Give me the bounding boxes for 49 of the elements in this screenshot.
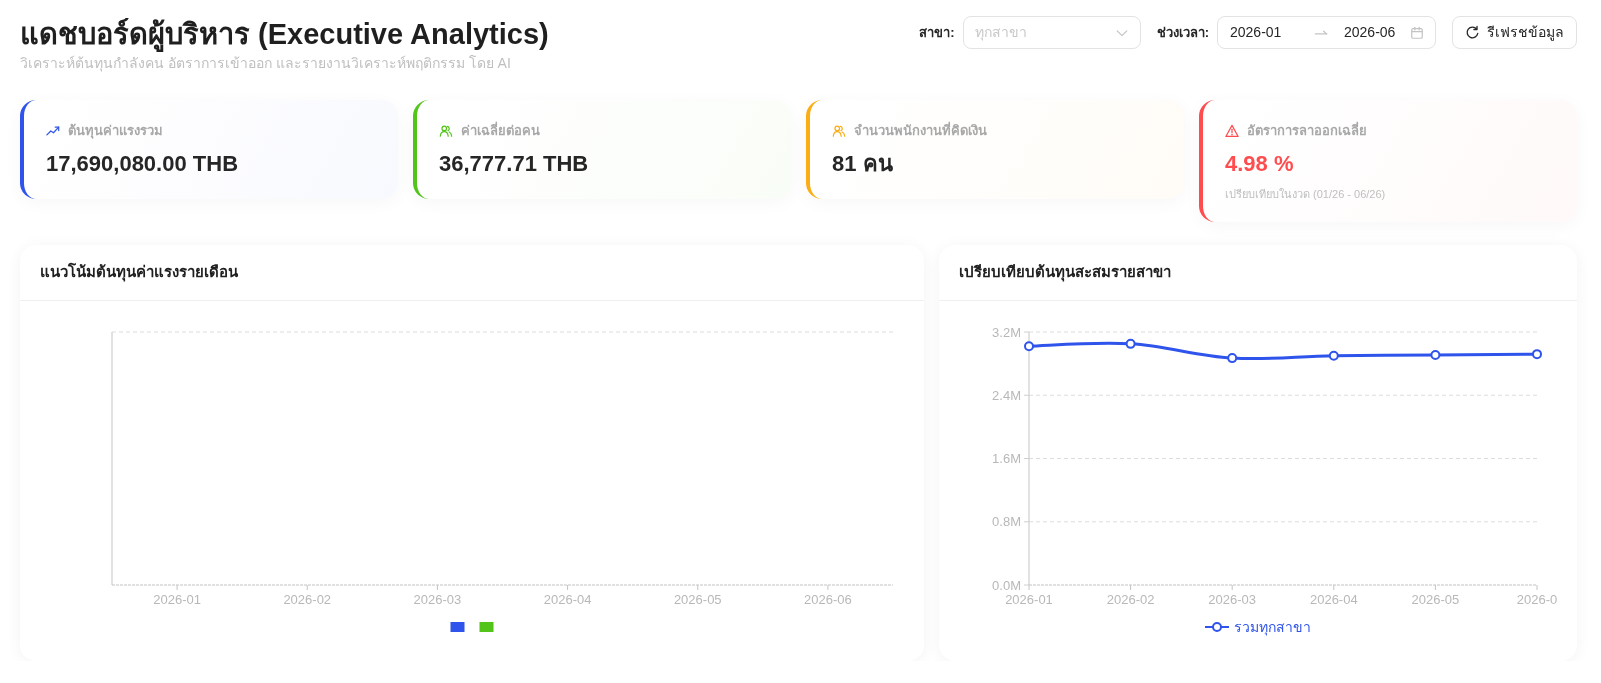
calendar-icon [1410,25,1424,40]
axis-label: 1.6M [992,451,1021,466]
axis-label: 2026-06 [804,592,852,607]
data-point [1024,341,1034,352]
axis-label: 2026-05 [1411,592,1460,607]
people-icon [439,124,453,138]
axis-label: 2026-04 [1309,592,1358,607]
axis-label: 3.2M [992,324,1021,340]
warning-icon [1225,124,1239,138]
axis-label: 2026-01 [1005,592,1053,607]
data-point [1532,349,1542,360]
axis-label: 2026-02 [1106,592,1155,607]
kpi-note: เปรียบเทียบในงวด (01/26 - 06/26) [1225,187,1387,201]
data-point [1125,338,1136,349]
branch-label: สาขา: [919,23,955,42]
kpi-label: ต้นทุนค่าแรงรวม [68,122,163,140]
axis-label: 0.0M [992,577,1021,593]
chart-title: เปรียบเทียบต้นทุนสะสมรายสาขา [959,262,1171,284]
axis-label: 2026-0 [1516,592,1558,607]
kpi-label: จำนวนพนักงานที่คิดเงิน [854,122,987,140]
refresh-icon [1465,25,1480,40]
start-date-input[interactable]: 2026-01 [1230,22,1296,43]
kpi-value: 36,777.71 THB [439,150,590,178]
axis-label: 2026-03 [413,592,462,607]
data-point [1430,349,1441,360]
kpi-label: ค่าเฉลี่ยต่อคน [461,122,540,140]
axis-label: 2026-02 [283,592,332,607]
data-point [1328,350,1339,361]
end-date-input[interactable]: 2026-06 [1344,22,1410,43]
axis-label: 2026-05 [673,592,722,607]
axis-label: 2026-01 [153,592,201,607]
kpi-value: 17,690,080.00 THB [46,150,240,178]
axis-label: 0.8M [992,514,1021,530]
axis-label: 2026-03 [1208,592,1257,607]
date-range-picker[interactable]: 2026-01 2026-06 [1217,16,1436,49]
data-point [1227,353,1238,364]
axis-label: 2.4M [992,387,1021,403]
trend-line-icon [46,124,60,138]
page-title: แดชบอร์ดผู้บริหาร (Executive Analytics) [20,17,549,53]
chart-title: แนวโน้มต้นทุนค่าแรงรายเดือน [40,262,238,284]
page-subtitle: วิเคราะห์ต้นทุนกำลังคน อัตราการเข้าออก และรายงานวิเคราะห์พฤติกรรม โดย AI [20,54,512,73]
period-label: ช่วงเวลา: [1156,23,1209,42]
kpi-value: 4.98 % [1225,150,1295,178]
axis-label: 2026-04 [543,592,592,607]
people-icon [832,124,846,138]
legend-label: รวมทุกสาขา [1234,619,1311,635]
refresh-button[interactable]: รีเฟรชข้อมูล [1452,16,1577,49]
kpi-label: อัตราการลาออกเฉลี่ย [1247,122,1367,140]
kpi-value: 81 คน [832,150,894,178]
